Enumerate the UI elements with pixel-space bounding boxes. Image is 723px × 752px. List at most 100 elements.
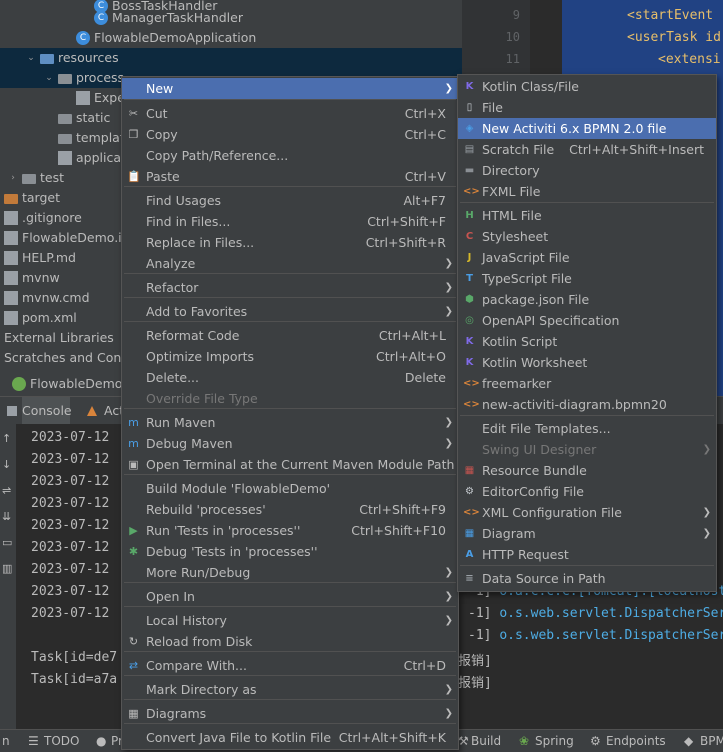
menu-item-label: Run 'Tests in 'processes'' [146, 523, 301, 538]
menu-item-local-history[interactable]: Local History ❯ [122, 610, 458, 631]
menu-item-shortcut: Ctrl+Shift+F [367, 214, 446, 229]
menu-item-label: Find in Files... [146, 214, 231, 229]
menu-item-run-maven[interactable]: m Run Maven ❯ [122, 412, 458, 433]
submenu-arrow-icon: ❯ [444, 684, 453, 695]
menu-item-refactor[interactable]: Refactor ❯ [122, 277, 458, 298]
new-item-scratch-file[interactable]: ▤ Scratch File Ctrl+Alt+Shift+Insert [458, 139, 716, 160]
todo-icon: ☰ [28, 734, 39, 748]
actuator-icon [86, 397, 100, 425]
menu-item-open-in[interactable]: Open In ❯ [122, 586, 458, 607]
menu-item-debug-maven[interactable]: m Debug Maven ❯ [122, 433, 458, 454]
menu-item-label: Debug 'Tests in 'processes'' [146, 544, 318, 559]
statusbar-spring[interactable]: Spring [535, 730, 574, 752]
tree-item[interactable]: ⌄ resources [0, 48, 462, 68]
menu-item-copy-path-reference[interactable]: Copy Path/Reference... [122, 145, 458, 166]
menu-item-shortcut: Ctrl+Shift+F9 [359, 502, 446, 517]
menu-item-replace-in-files[interactable]: Replace in Files... Ctrl+Shift+R [122, 232, 458, 253]
menu-separator [124, 273, 456, 274]
menu-item-find-in-files[interactable]: Find in Files... Ctrl+Shift+F [122, 211, 458, 232]
print-icon[interactable]: ▭ [2, 536, 12, 549]
new-item-javascript-file[interactable]: J JavaScript File [458, 247, 716, 268]
menu-item-compare-with[interactable]: ⇄ Compare With... Ctrl+D [122, 655, 458, 676]
menu-item-reformat-code[interactable]: Reformat Code Ctrl+Alt+L [122, 325, 458, 346]
menu-item-label: Diagram [482, 526, 536, 541]
new-item-file[interactable]: ▯ File [458, 97, 716, 118]
menu-item-more-run-debug[interactable]: More Run/Debug ❯ [122, 562, 458, 583]
new-item-diagram[interactable]: ▦ Diagram ❯ [458, 523, 716, 544]
chevron-down-icon[interactable]: ⌄ [44, 68, 54, 88]
new-item-package-json-file[interactable]: ⬢ package.json File [458, 289, 716, 310]
new-item-freemarker[interactable]: <> freemarker [458, 373, 716, 394]
menu-item-shortcut: Ctrl+Alt+L [378, 328, 446, 343]
menu-item-analyze[interactable]: Analyze ❯ [122, 253, 458, 274]
tree-item[interactable]: C ManagerTaskHandler [0, 8, 462, 28]
new-item-kotlin-worksheet[interactable]: K Kotlin Worksheet [458, 352, 716, 373]
tree-item[interactable]: C FlowableDemoApplication [0, 28, 462, 48]
menu-item-convert-java-file-to-kotlin-file[interactable]: Convert Java File to Kotlin File Ctrl+Alt… [122, 727, 458, 748]
menu-item-diagrams[interactable]: ▦ Diagrams ❯ [122, 703, 458, 724]
menu-item-shortcut: Ctrl+X [404, 106, 446, 121]
statusbar-endpoints[interactable]: Endpoints [606, 730, 666, 752]
menu-item-override-file-type[interactable]: Override File Type [122, 388, 458, 409]
new-item-stylesheet[interactable]: C Stylesheet [458, 226, 716, 247]
arrow-up-icon[interactable]: ↑ [2, 432, 11, 445]
statusbar-build[interactable]: Build [471, 730, 501, 752]
menu-item-rebuild-processes[interactable]: Rebuild 'processes' Ctrl+Shift+F9 [122, 499, 458, 520]
menu-item-copy[interactable]: ❐ Copy Ctrl+C [122, 124, 458, 145]
new-item-edit-file-templates[interactable]: Edit File Templates... [458, 418, 716, 439]
submenu-arrow-icon: ❯ [444, 258, 453, 269]
new-item-fxml-file[interactable]: <> FXML File [458, 181, 716, 202]
new-item-openapi-specification[interactable]: ◎ OpenAPI Specification [458, 310, 716, 331]
menu-item-label: Cut [146, 106, 168, 121]
menu-item-delete[interactable]: Delete... Delete [122, 367, 458, 388]
menu-item-build-module-flowabledemo[interactable]: Build Module 'FlowableDemo' [122, 478, 458, 499]
xml-icon: <> [463, 507, 480, 518]
new-item-new-activiti-diagram-bpmn20[interactable]: <> new-activiti-diagram.bpmn20 [458, 394, 716, 415]
folder-icon [40, 54, 54, 64]
chevron-right-icon[interactable]: › [8, 168, 18, 188]
new-item-new-activiti-6-x-bpmn-2-0-file[interactable]: ◈ New Activiti 6.x BPMN 2.0 file [458, 118, 716, 139]
menu-item-mark-directory-as[interactable]: Mark Directory as ❯ [122, 679, 458, 700]
new-item-http-request[interactable]: A HTTP Request [458, 544, 716, 565]
new-item-editorconfig-file[interactable]: ⚙ EditorConfig File [458, 481, 716, 502]
new-item-kotlin-class-file[interactable]: K Kotlin Class/File [458, 76, 716, 97]
new-item-data-source-in-path[interactable]: ≡ Data Source in Path [458, 568, 716, 589]
openapi-icon: ◎ [465, 315, 474, 326]
menu-item-cut[interactable]: ✂ Cut Ctrl+X [122, 103, 458, 124]
console-timestamp: 2023-07-12 [31, 452, 110, 467]
menu-item-add-to-favorites[interactable]: Add to Favorites ❯ [122, 301, 458, 322]
new-item-resource-bundle[interactable]: ▦ Resource Bundle [458, 460, 716, 481]
menu-item-paste[interactable]: 📋 Paste Ctrl+V [122, 166, 458, 187]
menu-item-open-terminal-at-the-current-maven-module-path[interactable]: ▣ Open Terminal at the Current Maven Modu… [122, 454, 458, 475]
scroll-end-icon[interactable]: ⇊ [2, 510, 11, 523]
tab-console[interactable]: Console [22, 397, 72, 425]
console-timestamp: 2023-07-12 [31, 540, 110, 555]
menu-item-run-tests-in-processes[interactable]: ▶ Run 'Tests in 'processes'' Ctrl+Shift+F1… [122, 520, 458, 541]
new-item-xml-configuration-file[interactable]: <> XML Configuration File ❯ [458, 502, 716, 523]
menu-item-label: More Run/Debug [146, 565, 251, 580]
line-number: 9 [512, 8, 520, 22]
soft-wrap-icon[interactable]: ⇌ [2, 484, 11, 497]
arrow-down-icon[interactable]: ↓ [2, 458, 11, 471]
menu-item-new[interactable]: New ❯ [122, 78, 458, 99]
new-item-directory[interactable]: ▬ Directory [458, 160, 716, 181]
new-item-kotlin-script[interactable]: K Kotlin Script [458, 331, 716, 352]
console-timestamp: 2023-07-12 [31, 584, 110, 599]
menu-item-label: Local History [146, 613, 227, 628]
new-item-typescript-file[interactable]: T TypeScript File [458, 268, 716, 289]
menu-item-label: freemarker [482, 376, 552, 391]
menu-item-optimize-imports[interactable]: Optimize Imports Ctrl+Alt+O [122, 346, 458, 367]
menu-separator [124, 321, 456, 322]
folder-icon: ▬ [464, 165, 475, 176]
new-item-swing-ui-designer[interactable]: Swing UI Designer ❯ [458, 439, 716, 460]
chevron-down-icon[interactable]: ⌄ [26, 48, 36, 68]
statusbar-bpmn[interactable]: BPM [700, 730, 723, 752]
new-item-html-file[interactable]: H HTML File [458, 205, 716, 226]
trash-icon[interactable]: ▥ [2, 562, 12, 575]
menu-item-reload-from-disk[interactable]: ↻ Reload from Disk [122, 631, 458, 652]
statusbar-item[interactable]: n [2, 730, 10, 752]
statusbar-todo[interactable]: TODO [44, 730, 79, 752]
menu-item-debug-tests-in-processes[interactable]: ✱ Debug 'Tests in 'processes'' [122, 541, 458, 562]
menu-item-find-usages[interactable]: Find Usages Alt+F7 [122, 190, 458, 211]
menu-separator [124, 699, 456, 700]
